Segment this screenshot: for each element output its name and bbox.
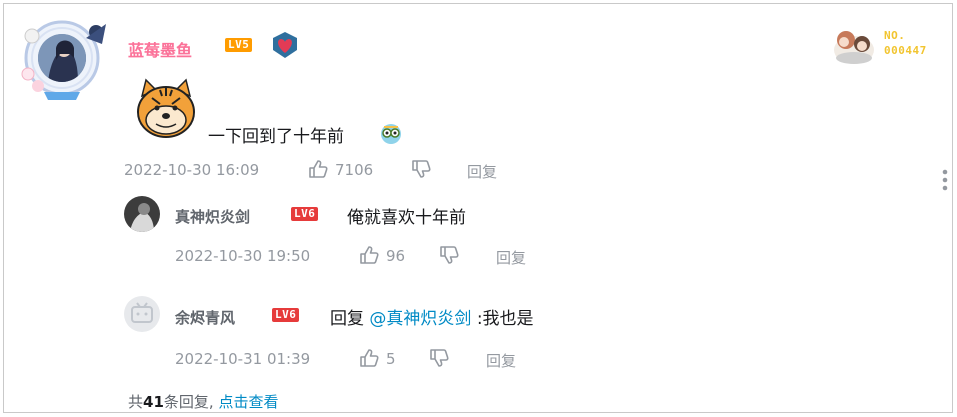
user-avatar[interactable] — [38, 34, 86, 82]
level-badge: LV5 — [225, 38, 253, 52]
emoji-icon — [381, 124, 401, 144]
reply-button[interactable]: 回复 — [496, 247, 526, 268]
reply-avatar[interactable] — [124, 196, 160, 232]
like-icon[interactable] — [358, 244, 380, 266]
like-icon[interactable] — [307, 158, 329, 180]
fan-card-number: NO. 000447 — [884, 29, 927, 57]
reply-username[interactable]: 真神炽炎剑 — [175, 206, 250, 227]
reply-button[interactable]: 回复 — [467, 161, 497, 182]
reply-count: 41 — [143, 393, 164, 411]
dislike-icon[interactable] — [410, 158, 432, 180]
default-avatar-icon — [131, 302, 153, 323]
like-icon[interactable] — [358, 347, 380, 369]
reply-text: 俺就喜欢十年前 — [347, 208, 466, 228]
comment-date: 2022-10-30 16:09 — [124, 161, 260, 179]
reply-body: :我也是 — [476, 309, 534, 329]
reply-text: 回复 @真神炽炎剑 :我也是 — [330, 304, 534, 329]
reply-button[interactable]: 回复 — [486, 350, 516, 371]
comment-card: 蓝莓墨鱼 LV5 NO. 000447 一下回到了十年前 2022-10-30 … — [3, 3, 953, 413]
reply-date: 2022-10-30 19:50 — [175, 247, 311, 265]
reply-summary: 共41条回复, 点击查看 — [128, 393, 279, 411]
level-badge: LV6 — [291, 207, 319, 221]
heart-medal-icon — [273, 32, 297, 58]
like-count: 96 — [386, 247, 406, 265]
tiger-sticker-icon — [137, 78, 195, 138]
reply-username[interactable]: 余烬青风 — [175, 307, 235, 328]
like-count: 7106 — [335, 161, 374, 179]
level-badge: LV6 — [272, 308, 300, 322]
dislike-icon[interactable] — [428, 347, 450, 369]
reply-date: 2022-10-31 01:39 — [175, 350, 311, 368]
reply-prefix: 回复 — [330, 309, 364, 329]
username[interactable]: 蓝莓墨鱼 — [128, 37, 192, 61]
dislike-icon[interactable] — [438, 244, 460, 266]
view-all-replies-link[interactable]: 点击查看 — [218, 393, 278, 411]
mention-link[interactable]: @真神炽炎剑 — [369, 309, 471, 329]
like-count: 5 — [386, 350, 396, 368]
comment-text: 一下回到了十年前 — [208, 127, 344, 147]
reply-avatar[interactable] — [124, 296, 160, 332]
more-options-icon[interactable] — [941, 168, 949, 192]
